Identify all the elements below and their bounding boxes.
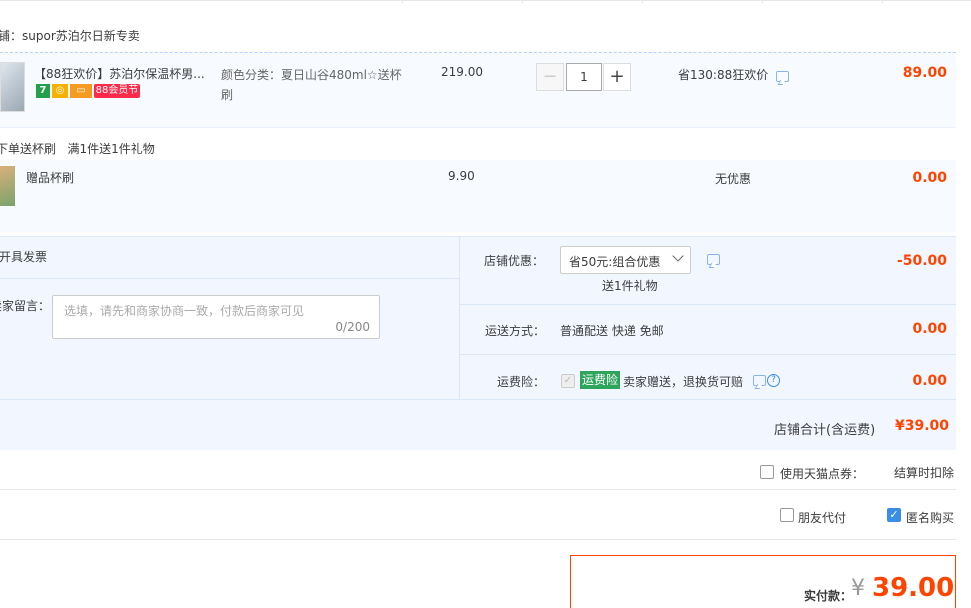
gift-promo-header: 下单送杯刷 满1件送1件礼物 <box>0 140 155 157</box>
row-divider <box>0 278 459 279</box>
row-divider <box>460 304 956 305</box>
discount-note: 送1件礼物 <box>602 279 658 293</box>
help-icon[interactable]: ? <box>767 374 780 387</box>
shop-total-label: 店铺合计(含运费) <box>774 423 876 438</box>
qty-input[interactable]: 1 <box>566 63 602 91</box>
final-amount: 39.00 <box>872 573 955 603</box>
row-divider <box>460 354 956 355</box>
message-char-counter: 0/200 <box>335 320 370 334</box>
product-sku: 颜色分类：夏日山谷480ml☆送杯刷 <box>221 68 402 102</box>
promo-info-icon[interactable] <box>776 71 789 82</box>
payment-summary-box: 实付款： ¥ 39.00 <box>570 555 956 608</box>
gift-thumbnail[interactable] <box>0 166 15 206</box>
discount-info-icon[interactable] <box>707 254 720 265</box>
insurance-amount: 0.00 <box>912 373 947 389</box>
message-placeholder: 选填，请先和商家协商一致，付款后商家可见 <box>64 304 305 318</box>
discount-select[interactable]: 省50元:组合优惠 <box>560 246 691 274</box>
insurance-info-icon[interactable] <box>753 375 766 386</box>
chevron-down-icon <box>672 250 684 262</box>
product-title[interactable]: 【88狂欢价】苏泊尔保温杯男... <box>34 65 205 82</box>
gift-promo: 无优惠 <box>715 172 752 186</box>
shop-total-value: ¥39.00 <box>894 418 949 434</box>
member-day-badge: 88会员节 <box>94 83 140 98</box>
gift-price: 9.90 <box>448 169 475 183</box>
column-divider <box>459 236 460 399</box>
discount-selected: 省50元:组合优惠 <box>569 255 661 269</box>
divider <box>0 489 956 490</box>
friend-pay-checkbox[interactable] <box>780 508 794 522</box>
unit-price: 219.00 <box>441 65 483 79</box>
coupon-note: 结算时扣除 <box>894 466 955 480</box>
discount-value: -50.00 <box>896 253 947 269</box>
guarantee-icon: ◎ <box>52 83 68 98</box>
seven-day-return-icon: 7 <box>36 83 50 98</box>
invoice-label[interactable]: 开具发票 <box>0 248 47 265</box>
gift-item-row <box>0 160 956 232</box>
gift-subtotal: 0.00 <box>912 170 947 186</box>
friend-pay-label[interactable]: 朋友代付 <box>798 509 846 526</box>
insurance-tag: 运费险 <box>580 371 621 389</box>
gift-title[interactable]: 赠品杯刷 <box>26 169 74 186</box>
anonymous-checkbox[interactable]: ✓ <box>887 508 901 522</box>
product-thumbnail[interactable] <box>0 62 25 112</box>
divider <box>0 539 956 540</box>
shop-name[interactable]: 铺：supor苏泊尔日新专卖 <box>0 27 140 44</box>
shipping-amount: 0.00 <box>912 321 947 337</box>
seller-message-textarea[interactable]: 选填，请先和商家协商一致，付款后商家可见 0/200 <box>52 295 380 339</box>
anonymous-label[interactable]: 匿名购买 <box>906 509 954 526</box>
row-divider <box>0 399 956 400</box>
card-icon: ▭ <box>70 83 92 98</box>
gift-promo-rule: 满1件送1件礼物 <box>67 142 155 156</box>
coupon-label[interactable]: 使用天猫点券： <box>780 465 864 482</box>
message-label: 卖家留言： <box>0 299 51 313</box>
discount-label: 店铺优惠： <box>484 254 545 268</box>
order-item-row <box>0 52 956 128</box>
qty-decrease-button[interactable]: − <box>536 63 564 91</box>
coupon-checkbox[interactable] <box>760 465 774 479</box>
insurance-checkbox[interactable]: ✓ <box>561 374 575 388</box>
final-label: 实付款： <box>804 589 853 603</box>
item-subtotal: 89.00 <box>902 65 947 81</box>
order-options-panel <box>0 236 956 450</box>
shipping-label: 运送方式： <box>485 324 546 338</box>
item-promo: 省130:88狂欢价 <box>678 68 769 82</box>
insurance-label: 运费险： <box>497 375 546 389</box>
insurance-desc: 卖家赠送，退换货可赔 <box>623 375 744 389</box>
shipping-method: 普通配送 快递 免邮 <box>560 324 664 338</box>
gift-promo-title: 下单送杯刷 <box>0 142 57 156</box>
qty-increase-button[interactable]: + <box>603 63 631 91</box>
currency-symbol: ¥ <box>851 576 865 601</box>
table-top-border <box>0 0 971 3</box>
product-badges: 7 ◎ ▭ 88会员节 <box>36 83 142 98</box>
